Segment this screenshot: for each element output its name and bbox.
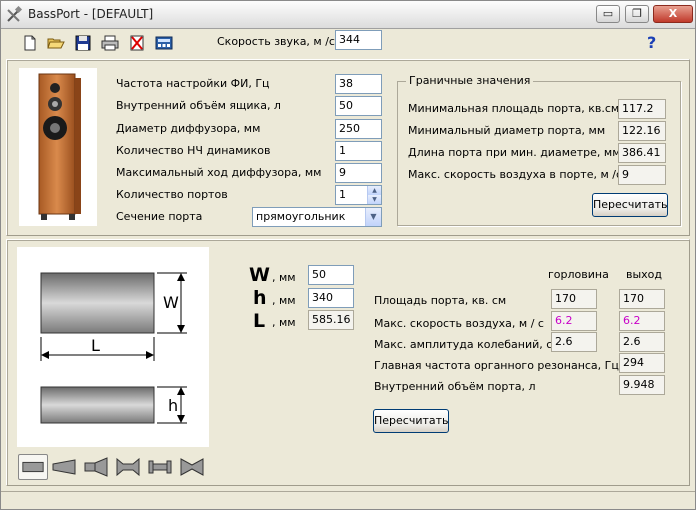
limits-group-title: Граничные значения [406, 74, 534, 87]
air-speed-exit-value: 6.2 [619, 311, 665, 331]
cone-diameter-label: Диаметр диффузора, мм [116, 122, 261, 135]
box-volume-label: Внутренний объём ящика, л [116, 99, 281, 112]
help-icon[interactable]: ? [647, 33, 656, 52]
ports-count-spin-buttons[interactable]: ▲ ▼ [367, 186, 381, 204]
speaker-picture [19, 68, 97, 226]
sound-speed-input[interactable]: 344 [335, 30, 382, 50]
ports-count-label: Количество портов [116, 188, 228, 201]
port-length-value: 585.16 [308, 310, 354, 330]
max-excursion-label: Максимальный ход диффузора, мм [116, 166, 322, 179]
chevron-down-icon[interactable]: ▼ [365, 208, 381, 226]
close-button[interactable]: X [653, 5, 693, 23]
save-icon[interactable] [74, 34, 92, 52]
title-bar[interactable]: BassPort - [DEFAULT] ▭ ❐ X [1, 1, 695, 29]
length-min-diam-label: Длина порта при мин. диаметре, мм [408, 146, 621, 159]
height-unit: , мм [272, 294, 296, 307]
length-unit: , мм [272, 316, 296, 329]
flared-port-icon[interactable] [49, 454, 79, 480]
max-air-speed-limit-label: Макс. скорость воздуха в порте, м /с [408, 168, 623, 181]
minimize-button[interactable]: ▭ [596, 5, 620, 23]
straight-port-icon[interactable] [18, 454, 48, 480]
double-flared-port-icon[interactable] [113, 454, 143, 480]
height-letter: h [253, 287, 267, 309]
air-speed-throat-value: 6.2 [551, 311, 597, 331]
port-section-label: Сечение порта [116, 210, 203, 223]
app-tools-icon [7, 6, 23, 22]
min-area-label: Минимальная площадь порта, кв.см. [408, 102, 623, 115]
port-volume-label: Внутренний объём порта, л [374, 380, 536, 393]
port-volume-value: 9.948 [619, 375, 665, 395]
port-diagram: W L h [17, 247, 209, 447]
organ-resonance-label: Главная частота органного резонанса, Гц [374, 359, 619, 372]
amplitude-throat-value: 2.6 [551, 332, 597, 352]
diagram-w-label: W [163, 293, 179, 312]
sound-speed-label: Скорость звука, м /с [217, 35, 335, 48]
ports-count-spinner[interactable]: 1 ▲ ▼ [335, 185, 382, 205]
new-file-icon[interactable] [21, 34, 39, 52]
toolbar: Скорость звука, м /с 344 ? [1, 29, 695, 59]
tuning-freq-input[interactable]: 38 [335, 74, 382, 94]
length-letter: L [253, 310, 266, 332]
min-area-value: 117.2 [618, 99, 666, 119]
spin-down-icon[interactable]: ▼ [368, 195, 381, 204]
throat-column-header: горловина [548, 268, 609, 281]
main-window: BassPort - [DEFAULT] ▭ ❐ X Скорость звук… [0, 0, 696, 510]
restore-button[interactable]: ❐ [625, 5, 649, 23]
woofers-count-label: Количество НЧ динамиков [116, 144, 271, 157]
min-diameter-value: 122.16 [618, 121, 666, 141]
port-section-value: прямоугольник [256, 210, 346, 223]
horn-port-icon[interactable] [81, 454, 111, 480]
spin-up-icon[interactable]: ▲ [368, 186, 381, 195]
delete-icon[interactable] [128, 34, 146, 52]
recalculate-limits-button[interactable]: Пересчитать [592, 193, 668, 217]
port-area-throat-value: 170 [551, 289, 597, 309]
recalculate-port-button[interactable]: Пересчитать [373, 409, 449, 433]
port-height-input[interactable]: 340 [308, 288, 354, 308]
port-area-exit-value: 170 [619, 289, 665, 309]
woofers-count-input[interactable]: 1 [335, 141, 382, 161]
exit-column-header: выход [626, 268, 663, 281]
amplitude-exit-value: 2.6 [619, 332, 665, 352]
port-dimensions-drawing [40, 272, 187, 424]
status-bar [1, 491, 695, 509]
diagram-h-label: h [168, 396, 179, 415]
width-unit: , мм [272, 271, 296, 284]
speaker-cabinet-icon [38, 73, 81, 220]
air-speed-label: Макс. скорость воздуха, м / с [374, 317, 544, 330]
max-air-speed-limit-value: 9 [618, 165, 666, 185]
organ-resonance-value: 294 [619, 353, 665, 373]
ports-count-value: 1 [339, 188, 346, 201]
cone-diameter-input[interactable]: 250 [335, 119, 382, 139]
calculator-icon[interactable] [155, 34, 173, 52]
amplitude-label: Макс. амплитуда колебаний, см [374, 338, 561, 351]
print-icon[interactable] [101, 34, 119, 52]
max-excursion-input[interactable]: 9 [335, 163, 382, 183]
diagram-l-label: L [91, 336, 100, 355]
port-section-select[interactable]: прямоугольник ▼ [252, 207, 382, 227]
bowtie-port-icon[interactable] [145, 454, 175, 480]
window-title: BassPort - [DEFAULT] [28, 7, 154, 21]
width-letter: W [249, 264, 270, 286]
port-area-label: Площадь порта, кв. см [374, 294, 507, 307]
min-diameter-label: Минимальный диаметр порта, мм [408, 124, 606, 137]
port-width-input[interactable]: 50 [308, 265, 354, 285]
hourglass-port-icon[interactable] [177, 454, 207, 480]
box-volume-input[interactable]: 50 [335, 96, 382, 116]
length-min-diam-value: 386.41 [618, 143, 666, 163]
open-folder-icon[interactable] [47, 34, 65, 52]
tuning-freq-label: Частота настройки ФИ, Гц [116, 77, 270, 90]
